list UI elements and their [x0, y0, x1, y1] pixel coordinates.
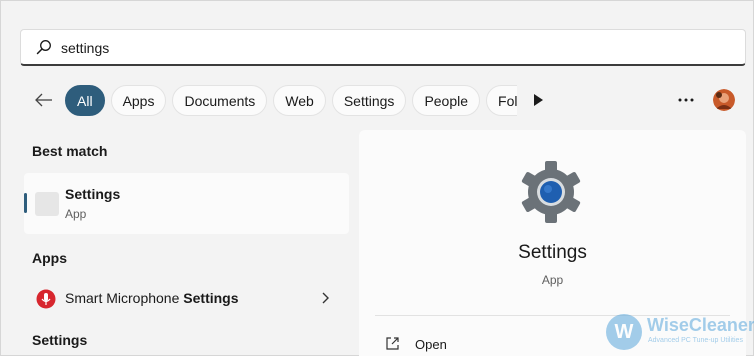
watermark-logo: W WiseCleaner Advanced PC Tune-up Utilit… — [606, 312, 754, 354]
detail-title: Settings — [518, 242, 587, 263]
watermark-tagline: Advanced PC Tune-up Utilities — [648, 337, 743, 344]
tab-all[interactable]: All — [65, 85, 105, 116]
search-input[interactable] — [61, 37, 661, 59]
best-match-item[interactable]: Settings App — [24, 173, 349, 234]
microphone-icon — [36, 289, 56, 309]
open-external-icon — [386, 337, 399, 350]
tab-web[interactable]: Web — [273, 85, 326, 116]
search-icon — [36, 40, 51, 55]
tab-apps[interactable]: Apps — [110, 85, 167, 116]
tab-settings[interactable]: Settings — [331, 85, 407, 116]
label-prefix: Smart Microphone — [65, 290, 184, 306]
chevron-right-icon[interactable] — [320, 291, 332, 305]
search-box[interactable] — [20, 29, 746, 66]
back-arrow-icon — [35, 93, 52, 107]
back-button[interactable] — [33, 89, 55, 111]
watermark-name: WiseCleaner — [647, 315, 754, 335]
open-action[interactable]: Open — [385, 335, 585, 355]
section-apps: Apps — [32, 250, 67, 266]
best-match-title: Settings — [65, 186, 121, 202]
section-settings: Settings — [32, 332, 88, 348]
filter-tabs: All Apps Documents Web Settings People F… — [65, 85, 517, 116]
tab-people[interactable]: People — [412, 85, 481, 116]
play-icon[interactable] — [530, 91, 546, 109]
list-item-label: Smart Microphone Settings — [65, 290, 239, 306]
selection-indicator — [24, 193, 27, 213]
gear-icon — [521, 161, 581, 223]
tab-folders[interactable]: Folde — [486, 85, 517, 116]
best-match-subtitle: App — [65, 207, 87, 221]
watermark-logo-mark: W — [606, 314, 642, 350]
search-window: All Apps Documents Web Settings People F… — [0, 0, 754, 356]
tab-documents[interactable]: Documents — [172, 85, 268, 116]
open-label: Open — [415, 337, 447, 352]
section-best-match: Best match — [32, 143, 108, 159]
label-match: Settings — [183, 290, 239, 306]
more-options-button[interactable] — [675, 91, 697, 109]
app-thumbnail — [35, 192, 59, 216]
detail-subtitle: App — [541, 273, 564, 287]
more-icon — [678, 98, 694, 102]
avatar[interactable] — [713, 89, 735, 111]
list-item-smart-microphone-settings[interactable]: Smart Microphone Settings — [24, 284, 349, 314]
